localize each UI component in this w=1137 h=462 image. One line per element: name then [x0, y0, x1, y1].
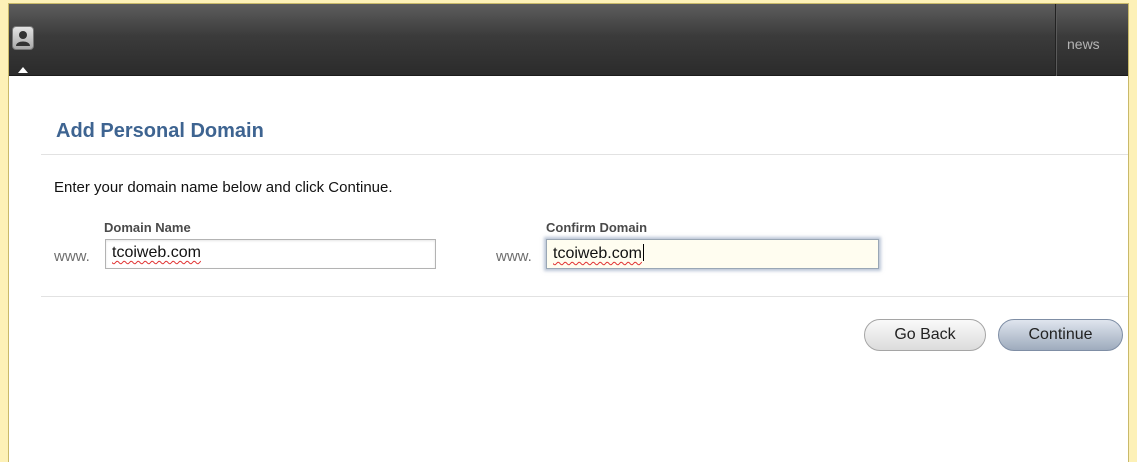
page-title: Add Personal Domain	[56, 120, 264, 142]
divider	[1055, 4, 1056, 76]
divider	[41, 296, 1128, 297]
menu-caret-icon	[18, 67, 28, 73]
news-link[interactable]: news	[1067, 36, 1100, 52]
domain-name-input[interactable]: tcoiweb.com	[105, 239, 436, 269]
go-back-button[interactable]: Go Back	[864, 319, 986, 351]
continue-button[interactable]: Continue	[998, 319, 1123, 351]
domain-name-prefix: www.	[54, 248, 90, 265]
confirm-domain-value: tcoiweb.com	[553, 245, 642, 262]
domain-name-value: tcoiweb.com	[112, 244, 201, 261]
text-cursor	[642, 244, 644, 261]
confirm-domain-label: Confirm Domain	[546, 220, 648, 235]
user-icon	[16, 31, 30, 46]
divider	[41, 154, 1128, 155]
domain-name-label: Domain Name	[104, 220, 191, 235]
confirm-domain-input[interactable]: tcoiweb.com	[546, 239, 879, 269]
user-menu-button[interactable]	[12, 26, 34, 50]
confirm-domain-prefix: www.	[496, 248, 532, 265]
instructions-text: Enter your domain name below and click C…	[54, 179, 393, 196]
top-bar: news	[9, 4, 1128, 76]
app-frame: news Add Personal Domain Enter your doma…	[8, 3, 1129, 462]
